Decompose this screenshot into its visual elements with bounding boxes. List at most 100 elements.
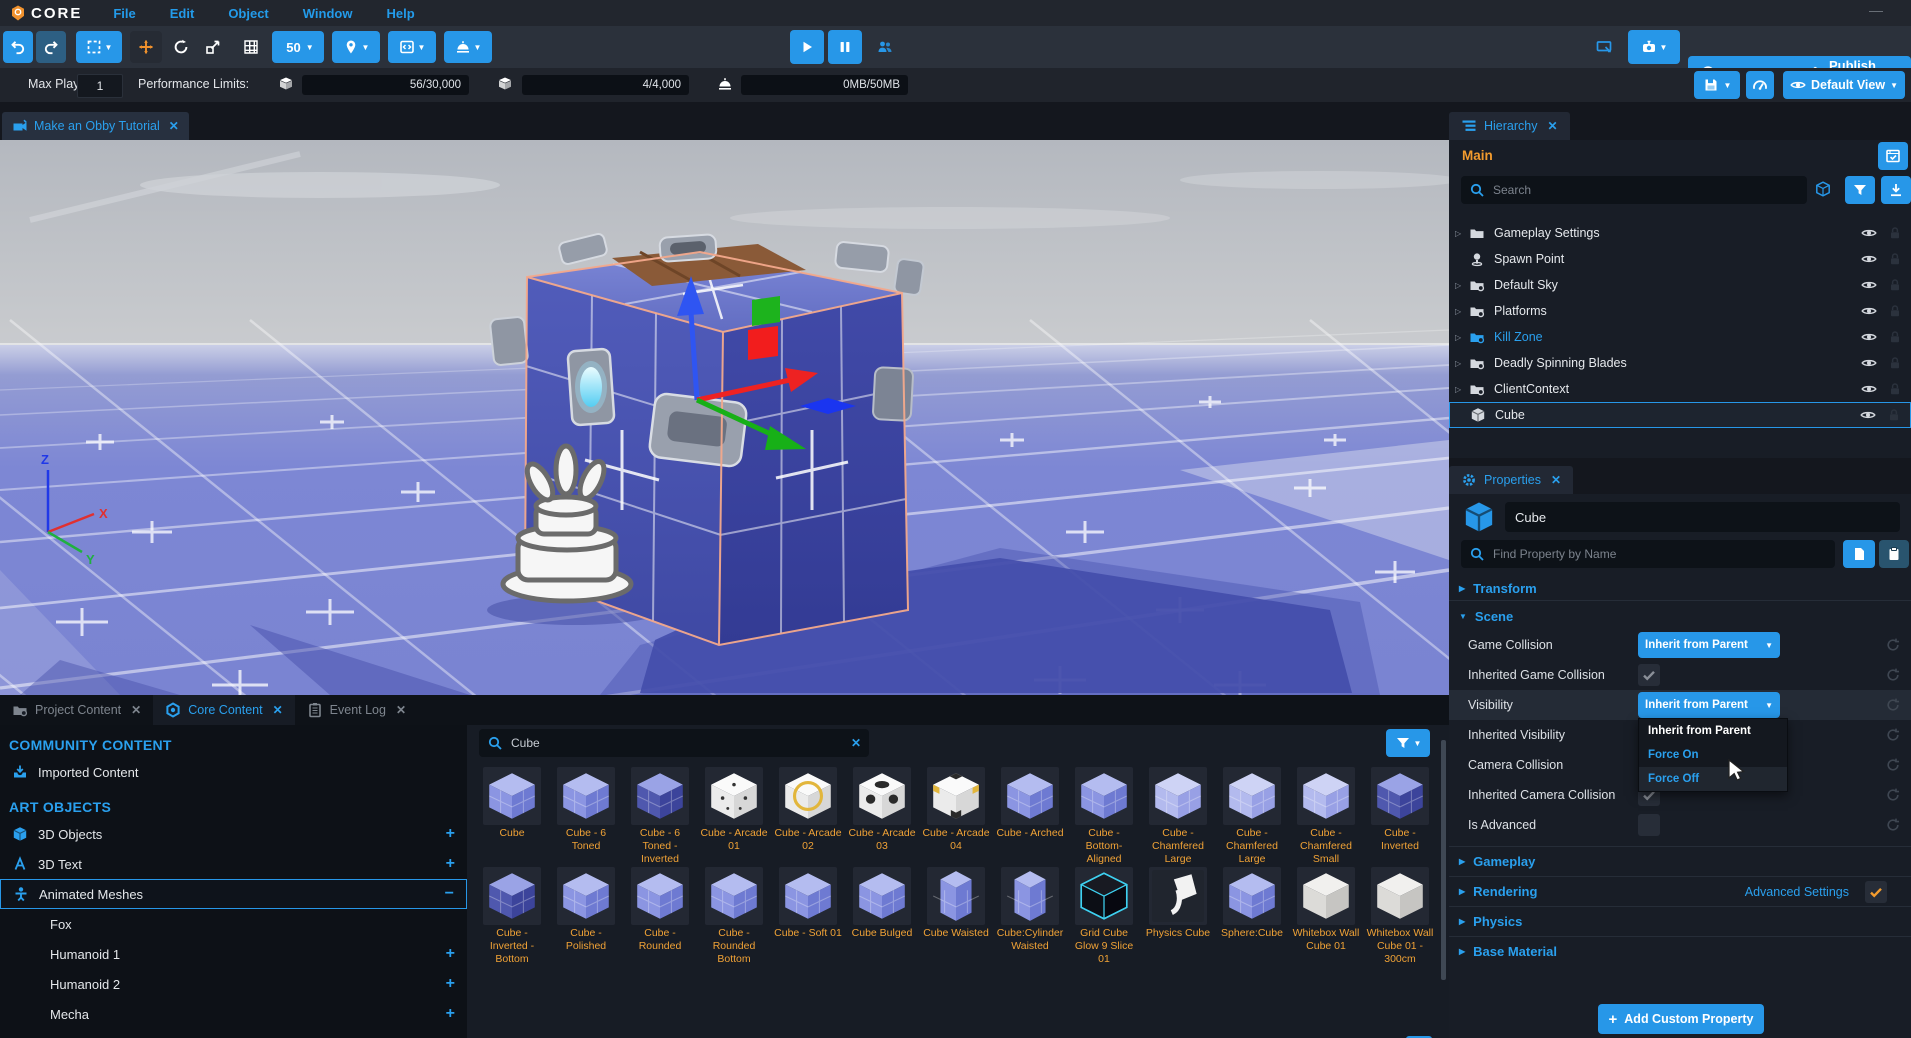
scale-tool-button[interactable]: [198, 31, 228, 63]
asset-search-input[interactable]: [509, 735, 845, 751]
minimize-button[interactable]: —: [1869, 2, 1883, 18]
hierarchy-row-platforms[interactable]: ▷Platforms: [1449, 298, 1911, 324]
asset-tile-cube-arcade-03[interactable]: Cube - Arcade 03: [845, 767, 919, 853]
visibility-dropdown[interactable]: Inherit from Parent▼: [1638, 692, 1780, 718]
hierarchy-filter-button[interactable]: [1845, 176, 1875, 204]
menu-option-inherit-from-parent[interactable]: Inherit from Parent: [1639, 719, 1787, 743]
asset-tile-cube-arcade-01[interactable]: Cube - Arcade 01: [697, 767, 771, 853]
gizmo-green-handle[interactable]: [752, 296, 780, 326]
lock-icon[interactable]: [1887, 277, 1903, 293]
lock-icon[interactable]: [1887, 329, 1903, 345]
asset-tile-cube-rounded-bottom[interactable]: Cube - Rounded Bottom: [697, 867, 771, 965]
close-tab-icon[interactable]: ✕: [169, 119, 179, 133]
hierarchy-search[interactable]: [1461, 176, 1807, 204]
select-object-type-icon[interactable]: [1815, 180, 1831, 198]
tree-item-humanoid-1[interactable]: Humanoid 1+: [0, 939, 467, 969]
expand-caret-icon[interactable]: ▷: [1455, 307, 1469, 316]
game-collision-dropdown[interactable]: Inherit from Parent▼: [1638, 632, 1780, 658]
add-icon[interactable]: +: [446, 975, 455, 993]
capture-mode-dropdown[interactable]: ▼: [1628, 30, 1680, 64]
reset-icon[interactable]: [1885, 757, 1901, 773]
visibility-eye-icon[interactable]: [1861, 303, 1877, 319]
lock-icon[interactable]: [1887, 381, 1903, 397]
property-search[interactable]: [1461, 540, 1835, 568]
copy-properties-button[interactable]: [1843, 540, 1875, 568]
asset-tile-cube-arcade-04[interactable]: Cube - Arcade 04: [919, 767, 993, 853]
asset-tile-cube-6-toned[interactable]: Cube - 6 Toned: [549, 767, 623, 853]
max-players-input[interactable]: [77, 74, 123, 98]
asset-tile-grid-cube-glow-9-slice-01[interactable]: Grid Cube Glow 9 Slice 01: [1067, 867, 1141, 965]
section-transform[interactable]: ▶Transform: [1449, 576, 1911, 600]
close-hierarchy-icon[interactable]: ✕: [1548, 119, 1558, 133]
script-tool-dropdown[interactable]: ▼: [388, 31, 436, 63]
lock-icon[interactable]: [1887, 303, 1903, 319]
expand-caret-icon[interactable]: ▷: [1455, 333, 1469, 342]
asset-tile-cube-bottom-aligned[interactable]: Cube - Bottom-Aligned: [1067, 767, 1141, 865]
object-generator-dropdown[interactable]: ▼: [444, 31, 492, 63]
reset-icon[interactable]: [1885, 637, 1901, 653]
asset-filter-button[interactable]: ▼: [1386, 729, 1430, 757]
asset-tile-cube-polished[interactable]: Cube - Polished: [549, 867, 623, 953]
hierarchy-row-kill-zone[interactable]: ▷Kill Zone: [1449, 324, 1911, 350]
asset-tile-cube-rounded[interactable]: Cube - Rounded: [623, 867, 697, 953]
select-tool-button[interactable]: ▼: [76, 31, 122, 63]
tab-core-content[interactable]: Core Content✕: [153, 695, 294, 725]
hierarchy-search-input[interactable]: [1491, 182, 1799, 198]
menu-file[interactable]: File: [113, 6, 135, 21]
gizmo-red-handle[interactable]: [748, 326, 778, 360]
property-search-input[interactable]: [1491, 546, 1827, 562]
asset-tile-cube-inverted-bottom[interactable]: Cube - Inverted - Bottom: [475, 867, 549, 965]
tab-make-an-obby-tutorial[interactable]: Make an Obby Tutorial ✕: [2, 112, 189, 140]
hierarchy-row-cube[interactable]: Cube: [1449, 402, 1911, 428]
tree-item-fox[interactable]: Fox: [0, 909, 467, 939]
reset-icon[interactable]: [1885, 727, 1901, 743]
reset-icon[interactable]: [1885, 817, 1901, 833]
visibility-eye-icon[interactable]: [1861, 277, 1877, 293]
expand-collapse-button[interactable]: [1881, 176, 1911, 204]
screen-share-button[interactable]: [1588, 30, 1620, 64]
menu-object[interactable]: Object: [228, 6, 268, 21]
close-properties-icon[interactable]: ✕: [1551, 473, 1561, 487]
expand-caret-icon[interactable]: ▷: [1455, 359, 1469, 368]
reset-icon[interactable]: [1885, 697, 1901, 713]
play-button[interactable]: [790, 30, 824, 64]
add-icon[interactable]: +: [446, 945, 455, 963]
section-gameplay[interactable]: ▶Gameplay: [1449, 846, 1911, 876]
is-advanced-checkbox[interactable]: [1638, 814, 1660, 836]
add-icon[interactable]: +: [446, 855, 455, 873]
hierarchy-row-gameplay-settings[interactable]: ▷Gameplay Settings: [1449, 220, 1911, 246]
default-view-dropdown[interactable]: Default View▼: [1783, 71, 1905, 99]
asset-search[interactable]: ✕: [479, 729, 869, 757]
expand-caret-icon[interactable]: ▷: [1455, 229, 1469, 238]
asset-tile-cube-chamfered-large[interactable]: Cube - Chamfered Large: [1215, 767, 1289, 865]
close-tab-icon[interactable]: ✕: [131, 703, 141, 717]
tab-project-content[interactable]: Project Content✕: [0, 695, 153, 725]
hierarchy-row-default-sky[interactable]: ▷Default Sky: [1449, 272, 1911, 298]
visibility-eye-icon[interactable]: [1860, 407, 1876, 423]
tab-hierarchy[interactable]: Hierarchy ✕: [1449, 112, 1570, 140]
add-icon[interactable]: +: [446, 825, 455, 843]
grid-snap-button[interactable]: [236, 31, 266, 63]
close-tab-icon[interactable]: ✕: [396, 703, 406, 717]
tree-item-3d-objects[interactable]: 3D Objects+: [0, 819, 467, 849]
viewport[interactable]: Z X Y: [0, 140, 1449, 695]
position-mode-dropdown[interactable]: ▼: [332, 31, 380, 63]
asset-tile-cube-chamfered-large[interactable]: Cube - Chamfered Large: [1141, 767, 1215, 865]
redo-button[interactable]: [36, 31, 66, 63]
lock-icon[interactable]: [1887, 355, 1903, 371]
visibility-eye-icon[interactable]: [1861, 381, 1877, 397]
menu-option-force-off[interactable]: Force Off: [1639, 767, 1787, 791]
asset-tile-whitebox-wall-cube-01-300cm[interactable]: Whitebox Wall Cube 01 - 300cm: [1363, 867, 1437, 965]
tree-item-mecha[interactable]: Mecha+: [0, 999, 467, 1029]
lock-icon[interactable]: [1887, 225, 1903, 241]
asset-tile-cube-soft-01[interactable]: Cube - Soft 01: [771, 867, 845, 940]
inherited-game-collision-checkbox[interactable]: [1638, 664, 1660, 686]
reset-icon[interactable]: [1885, 787, 1901, 803]
asset-tile-cube-6-toned-inverted[interactable]: Cube - 6 Toned - Inverted: [623, 767, 697, 865]
asset-tile-physics-cube[interactable]: Physics Cube: [1141, 867, 1215, 940]
hierarchy-row-deadly-spinning-blades[interactable]: ▷Deadly Spinning Blades: [1449, 350, 1911, 376]
visibility-eye-icon[interactable]: [1861, 329, 1877, 345]
tree-item-imported-content[interactable]: Imported Content: [0, 757, 467, 787]
advanced-settings-checkbox[interactable]: [1865, 881, 1887, 903]
add-icon[interactable]: +: [446, 1005, 455, 1023]
